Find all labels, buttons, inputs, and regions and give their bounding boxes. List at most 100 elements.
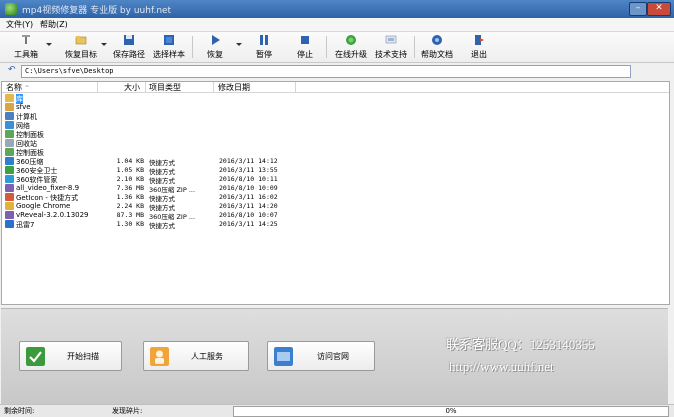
play-icon bbox=[212, 35, 220, 45]
file-icon bbox=[5, 211, 14, 219]
support-icon bbox=[385, 35, 397, 44]
file-row[interactable]: 控制面板 bbox=[2, 130, 669, 139]
exit-label: 退出 bbox=[471, 50, 487, 59]
back-arrow-icon[interactable]: ↶ bbox=[8, 65, 16, 75]
toolbar-separator bbox=[414, 36, 415, 58]
file-name: vReveal-3.2.0.13029 bbox=[16, 211, 89, 219]
file-row[interactable]: 库 bbox=[2, 94, 669, 104]
recover-dropdown-icon[interactable] bbox=[236, 43, 242, 46]
column-divider[interactable] bbox=[97, 82, 98, 92]
file-name: Google Chrome bbox=[16, 202, 71, 210]
recover-button[interactable]: 恢复 bbox=[200, 34, 230, 60]
path-input[interactable]: C:\Users\sfve\Desktop bbox=[21, 65, 631, 78]
file-row[interactable]: sfve bbox=[2, 103, 669, 112]
file-icon bbox=[5, 103, 14, 111]
file-row[interactable]: 360安全卫士 1.05 KB 快捷方式 2016/3/11 13:55 bbox=[2, 166, 669, 176]
file-size: 1.36 KB bbox=[116, 193, 144, 201]
file-row[interactable]: 迅雷7 1.30 KB 快捷方式 2016/3/11 14:25 bbox=[2, 220, 669, 230]
stop-button[interactable]: 停止 bbox=[291, 34, 319, 60]
column-date[interactable]: 修改日期 bbox=[218, 82, 250, 92]
tech-support-label: 技术支持 bbox=[375, 50, 407, 59]
manual-service-label: 人工服务 bbox=[191, 352, 223, 361]
file-row[interactable]: 360软件管家 2.10 KB 快捷方式 2016/8/10 10:11 bbox=[2, 175, 669, 185]
progress-text: 0% bbox=[445, 407, 457, 415]
help-doc-button[interactable]: 帮助文档 bbox=[419, 34, 455, 60]
file-size: 2.10 KB bbox=[116, 175, 144, 183]
column-divider[interactable] bbox=[295, 82, 296, 92]
file-date: 2016/8/10 10:07 bbox=[219, 211, 278, 219]
address-bar: ↶ C:\Users\sfve\Desktop bbox=[0, 63, 674, 79]
file-row[interactable]: all_video_fixer-8.9 7.36 MB 360压缩 ZIP ... 2… bbox=[2, 184, 669, 194]
column-size[interactable]: 大小 bbox=[124, 82, 140, 92]
file-name: sfve bbox=[16, 103, 31, 111]
disk-icon bbox=[124, 35, 134, 45]
tech-support-button[interactable]: 技术支持 bbox=[372, 34, 410, 60]
file-date: 2016/3/11 16:02 bbox=[219, 193, 278, 201]
file-date: 2016/8/10 10:09 bbox=[219, 184, 278, 192]
column-divider[interactable] bbox=[145, 82, 146, 92]
file-row[interactable]: 控制面板 bbox=[2, 148, 669, 157]
file-type: 快捷方式 bbox=[149, 222, 175, 230]
file-icon bbox=[5, 139, 14, 147]
file-size: 7.36 MB bbox=[116, 184, 144, 192]
website-icon bbox=[274, 347, 293, 366]
file-icon bbox=[5, 94, 14, 102]
minimize-button[interactable]: – bbox=[629, 2, 647, 16]
menu-file[interactable]: 文件(Y) bbox=[6, 19, 33, 30]
file-row[interactable]: vReveal-3.2.0.13029 87.3 MB 360压缩 ZIP ... 2… bbox=[2, 211, 669, 221]
column-type[interactable]: 项目类型 bbox=[149, 82, 181, 92]
file-icon bbox=[5, 175, 14, 183]
file-row[interactable]: 回收站 bbox=[2, 139, 669, 148]
column-divider[interactable] bbox=[213, 82, 214, 92]
toolbar-separator bbox=[326, 36, 327, 58]
file-row[interactable]: 360压缩 1.04 KB 快捷方式 2016/3/11 14:12 bbox=[2, 157, 669, 167]
manual-service-button[interactable]: 人工服务 bbox=[143, 341, 249, 371]
visit-site-button[interactable]: 访问官网 bbox=[267, 341, 375, 371]
file-list[interactable]: 名称 ^ 大小 项目类型 修改日期 库 sfve 计算机 网络 控制面板 回收站 控制面板 3… bbox=[1, 81, 670, 305]
select-sample-button[interactable]: 选择样本 bbox=[151, 34, 187, 60]
exit-icon bbox=[475, 35, 484, 45]
file-date: 2016/3/11 13:55 bbox=[219, 166, 278, 174]
restore-target-button[interactable]: 恢复目标 bbox=[62, 34, 100, 60]
save-path-button[interactable]: 保存路径 bbox=[111, 34, 147, 60]
toolbox-label: 工具箱 bbox=[14, 50, 38, 59]
recover-label: 恢复 bbox=[207, 50, 223, 59]
file-icon bbox=[5, 193, 14, 201]
toolbox-button[interactable]: 工具箱 bbox=[8, 34, 44, 60]
select-sample-label: 选择样本 bbox=[153, 50, 185, 59]
file-size: 1.04 KB bbox=[116, 157, 144, 165]
pause-label: 暂停 bbox=[256, 50, 272, 59]
file-size: 87.3 MB bbox=[116, 211, 144, 219]
service-icon bbox=[150, 347, 169, 366]
folder-icon bbox=[75, 36, 87, 45]
file-icon bbox=[5, 148, 14, 156]
visit-site-label: 访问官网 bbox=[317, 352, 349, 361]
restore-target-dropdown-icon[interactable] bbox=[101, 43, 107, 46]
start-scan-button[interactable]: 开始扫描 bbox=[19, 341, 122, 371]
exit-button[interactable]: 退出 bbox=[466, 34, 492, 60]
help-doc-label: 帮助文档 bbox=[421, 50, 453, 59]
close-button[interactable]: ✕ bbox=[647, 2, 671, 16]
file-size: 1.30 KB bbox=[116, 220, 144, 228]
toolbar: 工具箱 恢复目标 保存路径 选择样本 恢复 暂停 停止 在线升级 技术支持 帮助… bbox=[0, 32, 674, 63]
online-upgrade-button[interactable]: 在线升级 bbox=[332, 34, 370, 60]
file-icon bbox=[5, 157, 14, 165]
file-date: 2016/3/11 14:20 bbox=[219, 202, 278, 210]
toolbox-dropdown-icon[interactable] bbox=[46, 43, 52, 46]
file-row[interactable]: Google Chrome 2.24 KB 快捷方式 2016/3/11 14:20 bbox=[2, 202, 669, 212]
status-bar: 剩余时间: 发现碎片: 0% bbox=[0, 404, 674, 417]
window-title: mp4视频修复器 专业版 by uuhf.net bbox=[22, 6, 172, 16]
menu-bar: 文件(Y) 帮助(Z) bbox=[0, 18, 674, 32]
pause-button[interactable]: 暂停 bbox=[250, 34, 278, 60]
help-icon bbox=[432, 35, 442, 45]
action-panel: 开始扫描 人工服务 访问官网 联系客服QQ：1253140355 http://… bbox=[1, 308, 668, 404]
menu-help[interactable]: 帮助(Z) bbox=[40, 19, 68, 30]
toolbar-separator bbox=[192, 36, 193, 58]
column-name[interactable]: 名称 ^ bbox=[6, 82, 30, 92]
file-row[interactable]: 计算机 bbox=[2, 112, 669, 121]
file-row[interactable]: GetIcon - 快捷方式 1.36 KB 快捷方式 2016/3/11 16:02 bbox=[2, 193, 669, 203]
file-row[interactable]: 网络 bbox=[2, 121, 669, 130]
fragments-found-label: 发现碎片: bbox=[112, 407, 143, 415]
contact-url[interactable]: http://www.uuhf.net bbox=[449, 359, 554, 375]
file-icon bbox=[5, 130, 14, 138]
